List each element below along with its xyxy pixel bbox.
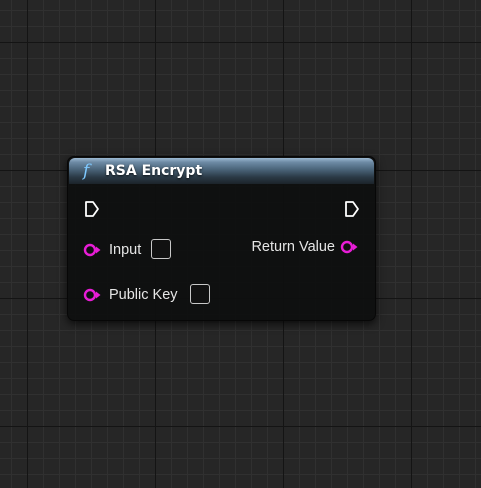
public-key-pin-icon[interactable] <box>83 288 103 302</box>
public-key-pin-label: Public Key <box>109 287 178 303</box>
return-value-pin-icon[interactable] <box>340 240 360 254</box>
node-title: RSA Encrypt <box>105 163 203 179</box>
rsa-encrypt-node[interactable]: f RSA Encrypt Input Public Key Return Va… <box>67 156 376 321</box>
exec-out-pin-icon[interactable] <box>344 200 360 218</box>
input-pin-icon[interactable] <box>83 243 103 257</box>
public-key-value-field[interactable] <box>190 284 210 304</box>
function-icon: f <box>83 161 90 181</box>
input-value-field[interactable] <box>151 239 171 259</box>
exec-in-pin-icon[interactable] <box>84 200 100 218</box>
input-pin-label: Input <box>109 242 142 258</box>
node-header[interactable]: f RSA Encrypt <box>69 158 374 184</box>
return-value-pin-label: Return Value <box>251 239 335 255</box>
